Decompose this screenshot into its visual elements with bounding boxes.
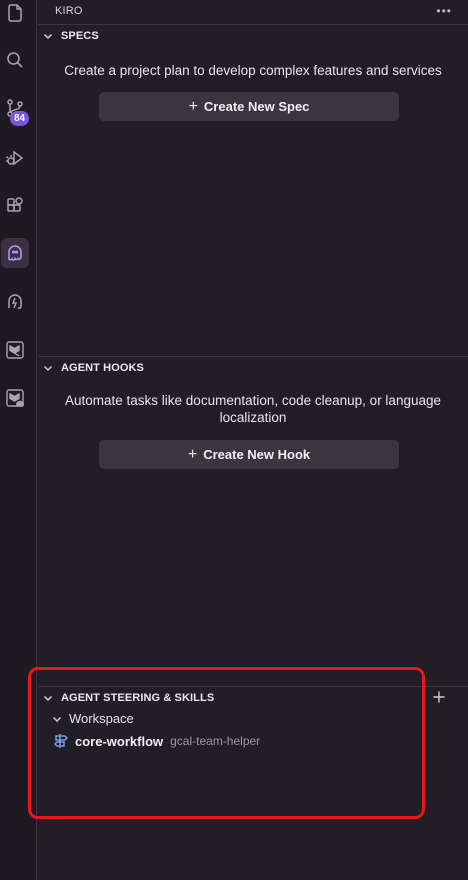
agent-hooks-description-line1: Automate tasks like documentation, code … (65, 393, 441, 408)
specs-description: Create a project plan to develop complex… (64, 63, 442, 78)
chevron-down-icon (51, 713, 63, 725)
agent-hooks-title: AGENT HOOKS (61, 362, 144, 374)
terraform-icon[interactable] (2, 335, 27, 365)
specs-section-header[interactable]: SPECS (38, 25, 468, 47)
steering-item-name: core-workflow (75, 733, 164, 749)
create-new-spec-label: Create New Spec (203, 99, 310, 114)
signpost-icon (53, 733, 69, 749)
agent-hooks-section: AGENT HOOKS Automate tasks like document… (38, 356, 468, 686)
panel-title: KIRO (55, 5, 83, 17)
explorer-icon[interactable] (2, 0, 27, 26)
steering-item-core-workflow[interactable]: core-workflow gcal-team-helper (53, 733, 260, 749)
search-icon[interactable] (2, 45, 27, 75)
create-new-hook-button[interactable]: + Create New Hook (99, 440, 399, 469)
specs-section: SPECS Create a project plan to develop c… (38, 24, 468, 356)
panel-header: KIRO ••• (38, 0, 468, 22)
agent-steering-section-header[interactable]: AGENT STEERING & SKILLS (38, 687, 468, 709)
kiro-ghost-icon[interactable] (1, 238, 29, 268)
chevron-down-icon (42, 362, 54, 374)
run-debug-icon[interactable] (2, 143, 27, 173)
terraform-cloud-icon[interactable] (2, 383, 27, 413)
agent-steering-title: AGENT STEERING & SKILLS (61, 692, 215, 704)
workspace-group[interactable]: Workspace (51, 711, 134, 726)
plus-icon: + (188, 97, 198, 115)
chevron-down-icon (42, 30, 54, 42)
source-control-badge: 84 (10, 111, 29, 126)
kiro-panel: KIRO ••• SPECS Create a project plan to … (38, 0, 468, 880)
plus-icon: + (187, 445, 198, 463)
agent-hooks-description-line2: localization (219, 410, 287, 425)
more-actions-icon[interactable]: ••• (436, 4, 452, 18)
create-new-hook-label: Create New Hook (203, 447, 311, 462)
extensions-icon[interactable] (2, 191, 27, 221)
agent-hooks-description: Automate tasks like documentation, code … (38, 392, 468, 426)
specs-title: SPECS (61, 30, 99, 42)
agent-hooks-section-header[interactable]: AGENT HOOKS (38, 357, 468, 379)
chevron-down-icon (42, 692, 54, 704)
kiro-powers-icon[interactable] (2, 287, 27, 317)
steering-item-detail: gcal-team-helper (170, 734, 261, 748)
activity-bar: 84 (0, 0, 37, 880)
agent-steering-section: AGENT STEERING & SKILLS Workspace core-w… (38, 686, 468, 880)
add-icon[interactable] (432, 690, 446, 704)
create-new-spec-button[interactable]: + Create New Spec (99, 92, 399, 121)
workspace-label: Workspace (69, 711, 134, 726)
